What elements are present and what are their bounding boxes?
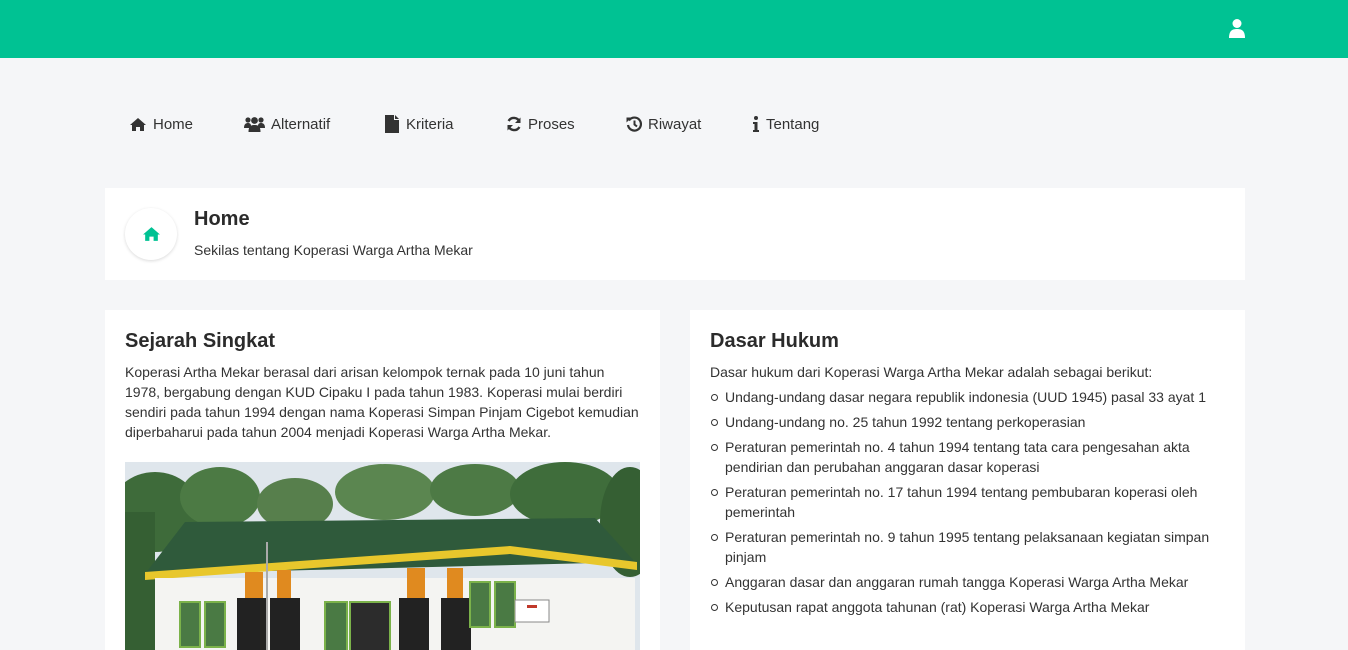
nav-item-label: Tentang (766, 115, 820, 133)
home-icon (130, 117, 146, 131)
users-icon (244, 117, 265, 132)
header-icon-badge (125, 208, 177, 260)
info-icon (753, 116, 759, 132)
nav-item-home[interactable]: Home (129, 104, 193, 144)
nav-item-alternatif[interactable]: Alternatif (244, 104, 330, 144)
page-header: Home Sekilas tentang Koperasi Warga Arth… (105, 188, 1245, 280)
nav-item-label: Kriteria (406, 115, 454, 133)
dasar-hukum-title: Dasar Hukum (710, 330, 839, 352)
list-item: Peraturan pemerintah no. 9 tahun 1995 te… (710, 527, 1230, 567)
nav-item-label: Home (153, 115, 194, 133)
sejarah-card: Sejarah Singkat Koperasi Artha Mekar ber… (105, 310, 660, 650)
list-item: Keputusan rapat anggota tahunan (rat) Ko… (710, 597, 1230, 617)
nav-item-proses[interactable]: Proses (506, 104, 575, 144)
nav-item-label: Riwayat (648, 115, 702, 133)
history-icon (626, 116, 642, 132)
refresh-icon (507, 116, 521, 132)
file-icon (385, 115, 399, 133)
list-item: Undang-undang dasar negara republik indo… (710, 387, 1230, 407)
nav-item-label: Proses (528, 115, 575, 133)
user-icon[interactable] (1228, 18, 1246, 38)
nav-item-riwayat[interactable]: Riwayat (626, 104, 701, 144)
nav-item-kriteria[interactable]: Kriteria (384, 104, 454, 144)
page-title: Home (194, 208, 250, 230)
dasar-hukum-list: Undang-undang dasar negara republik indo… (710, 387, 1230, 622)
sejarah-title: Sejarah Singkat (125, 330, 276, 352)
cooperative-building-photo (125, 462, 640, 650)
sejarah-text: Koperasi Artha Mekar berasal dari arisan… (125, 364, 639, 440)
nav-item-label: Alternatif (271, 115, 331, 133)
nav-item-tentang[interactable]: Tentang (752, 104, 819, 144)
dasar-hukum-card: Dasar Hukum Dasar hukum dari Koperasi Wa… (690, 310, 1245, 650)
top-bar (0, 0, 1348, 58)
dasar-hukum-intro: Dasar hukum dari Koperasi Warga Artha Me… (710, 364, 1153, 380)
home-icon (142, 227, 160, 241)
list-item: Undang-undang no. 25 tahun 1992 tentang … (710, 412, 1230, 432)
list-item: Anggaran dasar dan anggaran rumah tangga… (710, 572, 1230, 592)
page-subtitle: Sekilas tentang Koperasi Warga Artha Mek… (194, 242, 473, 258)
list-item: Peraturan pemerintah no. 17 tahun 1994 t… (710, 482, 1230, 522)
list-item: Peraturan pemerintah no. 4 tahun 1994 te… (710, 437, 1230, 477)
